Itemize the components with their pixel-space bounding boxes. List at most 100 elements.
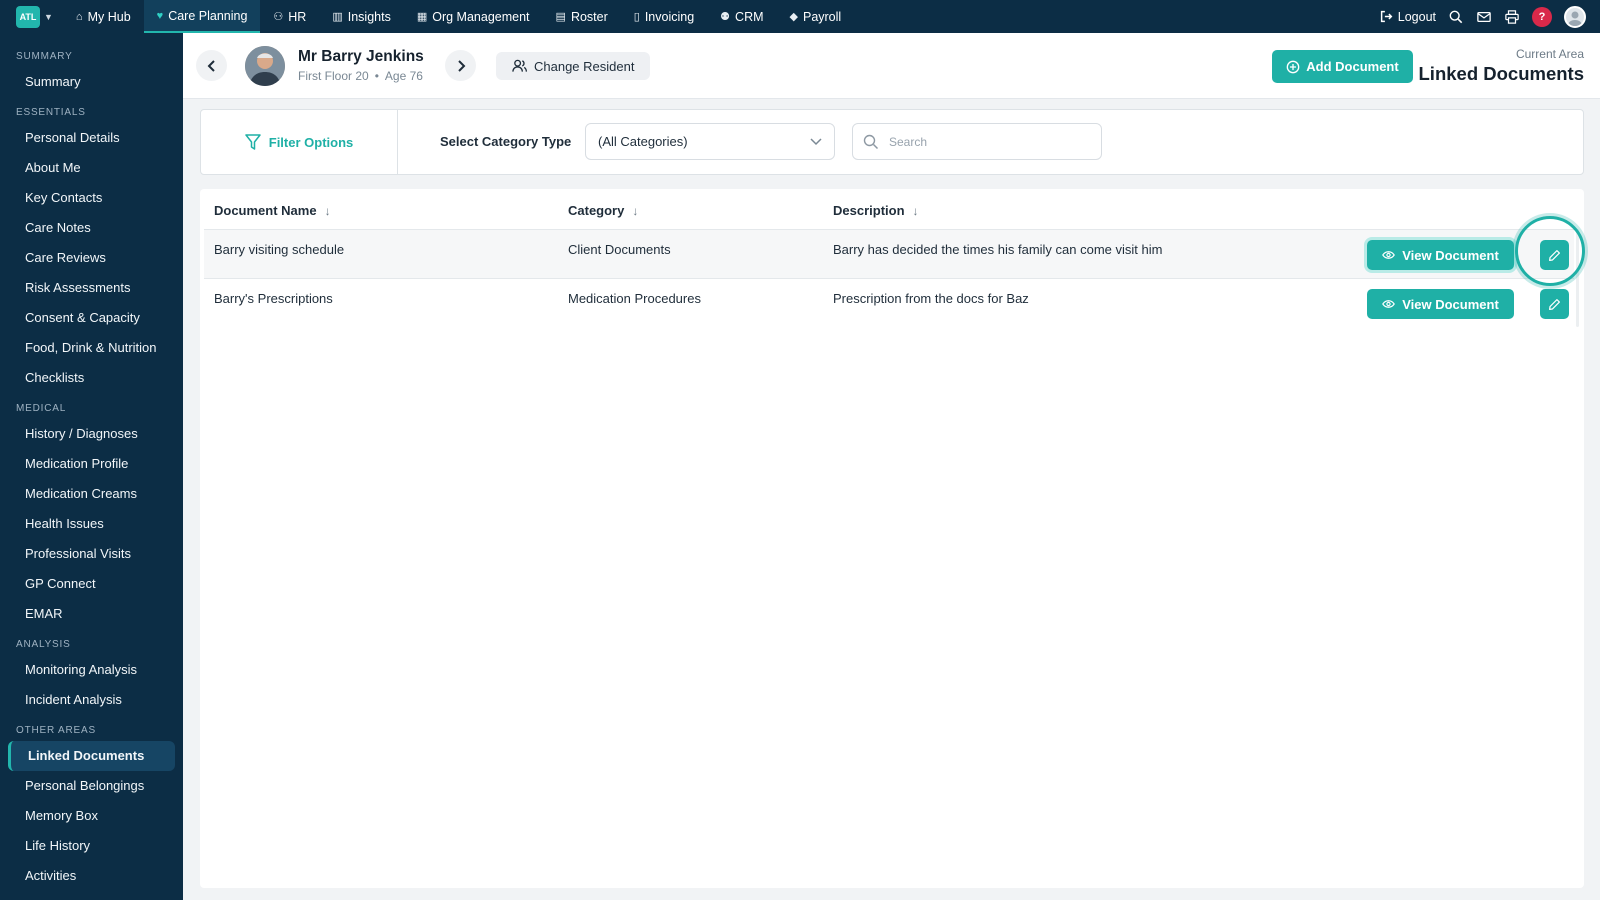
- change-resident-button[interactable]: Change Resident: [496, 52, 651, 80]
- user-avatar[interactable]: [1564, 5, 1586, 28]
- sidebar-item-life-history[interactable]: Life History: [0, 831, 183, 861]
- sidebar-item-linked-documents[interactable]: Linked Documents: [8, 741, 175, 771]
- nav-item-insights[interactable]: ▥ Insights: [319, 0, 404, 33]
- resident-header: Mr Barry Jenkins First Floor 20 • Age 76…: [183, 33, 1600, 99]
- nav-item-payroll[interactable]: ◆ Payroll: [777, 0, 855, 33]
- sidebar-section-medical: MEDICAL: [16, 403, 67, 414]
- category-select[interactable]: (All Categories): [585, 123, 835, 160]
- top-right-actions: Logout ?: [1380, 5, 1586, 28]
- sidebar-item-monitoring-analysis[interactable]: Monitoring Analysis: [0, 655, 183, 685]
- column-header-document-name[interactable]: Document Name ↓: [214, 203, 331, 218]
- people-icon: ⚇: [273, 11, 284, 23]
- sidebar-item-personal-details[interactable]: Personal Details: [0, 123, 183, 153]
- brand-switcher[interactable]: ATL ▼: [16, 5, 53, 28]
- document-name-cell: Barry's Prescriptions: [214, 291, 333, 306]
- search-input[interactable]: [889, 134, 1089, 149]
- resident-avatar: [245, 46, 285, 86]
- sidebar-item-personal-belongings[interactable]: Personal Belongings: [0, 771, 183, 801]
- nav-item-label: Insights: [347, 9, 391, 24]
- resident-location: First Floor 20: [298, 69, 369, 83]
- category-select-value: (All Categories): [598, 134, 688, 149]
- nav-item-my-hub[interactable]: ⌂ My Hub: [63, 0, 144, 33]
- view-document-label: View Document: [1402, 247, 1499, 263]
- resident-details: First Floor 20 • Age 76: [298, 69, 423, 83]
- heart-icon: ♥: [156, 9, 164, 22]
- eye-icon: [1382, 300, 1396, 308]
- sidebar-section-summary: SUMMARY: [16, 51, 73, 62]
- search-field[interactable]: [852, 123, 1102, 160]
- sidebar-item-memory-box[interactable]: Memory Box: [0, 801, 183, 831]
- table-header: Document Name ↓ Category ↓ Description ↓: [200, 189, 1584, 229]
- edit-document-button[interactable]: [1540, 289, 1569, 319]
- sidebar-item-consent-capacity[interactable]: Consent & Capacity: [0, 303, 183, 333]
- sidebar-item-history-diagnoses[interactable]: History / Diagnoses: [0, 419, 183, 449]
- nav-item-roster[interactable]: ▤ Roster: [543, 0, 621, 33]
- description-cell: Prescription from the docs for Baz: [833, 291, 1029, 306]
- nav-item-hr[interactable]: ⚇ HR: [260, 0, 319, 33]
- sidebar-item-medication-creams[interactable]: Medication Creams: [0, 479, 183, 509]
- chevron-down-icon: ▼: [44, 11, 53, 22]
- nav-item-org-management[interactable]: ▦ Org Management: [404, 0, 543, 33]
- next-resident-button[interactable]: [445, 50, 476, 81]
- add-document-label: Add Document: [1306, 59, 1399, 74]
- table-scrollbar[interactable]: [1576, 229, 1579, 327]
- home-icon: ⌂: [75, 10, 83, 23]
- nav-item-label: Care Planning: [168, 8, 248, 23]
- column-label: Category: [568, 203, 625, 218]
- sidebar-item-summary[interactable]: Summary: [0, 67, 183, 97]
- sidebar-item-care-reviews[interactable]: Care Reviews: [0, 243, 183, 273]
- filter-options-button[interactable]: Filter Options: [201, 110, 398, 174]
- column-header-category[interactable]: Category ↓: [568, 203, 638, 218]
- change-resident-label: Change Resident: [534, 58, 635, 74]
- view-document-button[interactable]: View Document: [1367, 240, 1514, 270]
- sidebar-item-health-issues[interactable]: Health Issues: [0, 509, 183, 539]
- plus-circle-icon: [1286, 60, 1300, 73]
- mail-icon[interactable]: [1476, 9, 1492, 25]
- logout-link[interactable]: Logout: [1380, 10, 1436, 24]
- sort-arrow-icon: ↓: [632, 203, 639, 218]
- nav-item-label: Invoicing: [644, 9, 695, 24]
- current-area-label: Current Area: [1515, 47, 1584, 61]
- sidebar-item-gp-connect[interactable]: GP Connect: [0, 569, 183, 599]
- sidebar-item-food-drink-nutrition[interactable]: Food, Drink & Nutrition: [0, 333, 183, 363]
- add-document-button[interactable]: Add Document: [1272, 50, 1413, 83]
- top-navigation-bar: ATL ▼ ⌂ My Hub ♥ Care Planning ⚇ HR ▥ Insights ▦…: [0, 0, 1600, 33]
- sidebar-item-incident-analysis[interactable]: Incident Analysis: [0, 685, 183, 715]
- separator-dot: •: [374, 69, 379, 83]
- documents-table: Document Name ↓ Category ↓ Description ↓…: [200, 189, 1585, 888]
- sidebar-item-professional-visits[interactable]: Professional Visits: [0, 539, 183, 569]
- category-cell: Medication Procedures: [568, 291, 701, 306]
- column-header-description[interactable]: Description ↓: [833, 203, 919, 218]
- search-icon[interactable]: [1448, 9, 1464, 25]
- sidebar-item-key-contacts[interactable]: Key Contacts: [0, 183, 183, 213]
- nav-item-invoicing[interactable]: ▯ Invoicing: [621, 0, 707, 33]
- sidebar-item-activities[interactable]: Activities: [0, 861, 183, 891]
- sidebar-item-care-notes[interactable]: Care Notes: [0, 213, 183, 243]
- sidebar-item-medication-profile[interactable]: Medication Profile: [0, 449, 183, 479]
- edit-document-button[interactable]: [1540, 240, 1569, 270]
- description-cell: Barry has decided the times his family c…: [833, 242, 1163, 257]
- nav-item-label: Payroll: [802, 9, 842, 24]
- sidebar-item-emar[interactable]: EMAR: [0, 599, 183, 629]
- previous-resident-button[interactable]: [196, 50, 227, 81]
- sidebar-item-about-me[interactable]: About Me: [0, 153, 183, 183]
- nav-item-crm[interactable]: ⚉ CRM: [707, 0, 776, 33]
- column-label: Description: [833, 203, 905, 218]
- eye-icon: [1382, 251, 1396, 259]
- sidebar: SUMMARY Summary ESSENTIALS Personal Details…: [0, 33, 183, 900]
- chevron-down-icon: [810, 137, 822, 145]
- table-row: Barry visiting schedule Client Documents…: [204, 229, 1574, 278]
- help-badge[interactable]: ?: [1532, 6, 1552, 27]
- sort-arrow-icon: ↓: [324, 203, 331, 218]
- sidebar-item-risk-assessments[interactable]: Risk Assessments: [0, 273, 183, 303]
- print-icon[interactable]: [1504, 9, 1520, 25]
- sidebar-section-other-areas: OTHER AREAS: [16, 725, 96, 736]
- sidebar-item-checklists[interactable]: Checklists: [0, 363, 183, 393]
- resident-name: Mr Barry Jenkins: [298, 48, 424, 65]
- chevron-right-icon: [457, 59, 465, 72]
- nav-item-care-planning[interactable]: ♥ Care Planning: [143, 0, 261, 33]
- category-type-label: Select Category Type: [440, 134, 572, 149]
- table-row: Barry's Prescriptions Medication Procedu…: [204, 278, 1574, 327]
- brand-logo: ATL: [16, 5, 40, 28]
- view-document-button[interactable]: View Document: [1367, 289, 1514, 319]
